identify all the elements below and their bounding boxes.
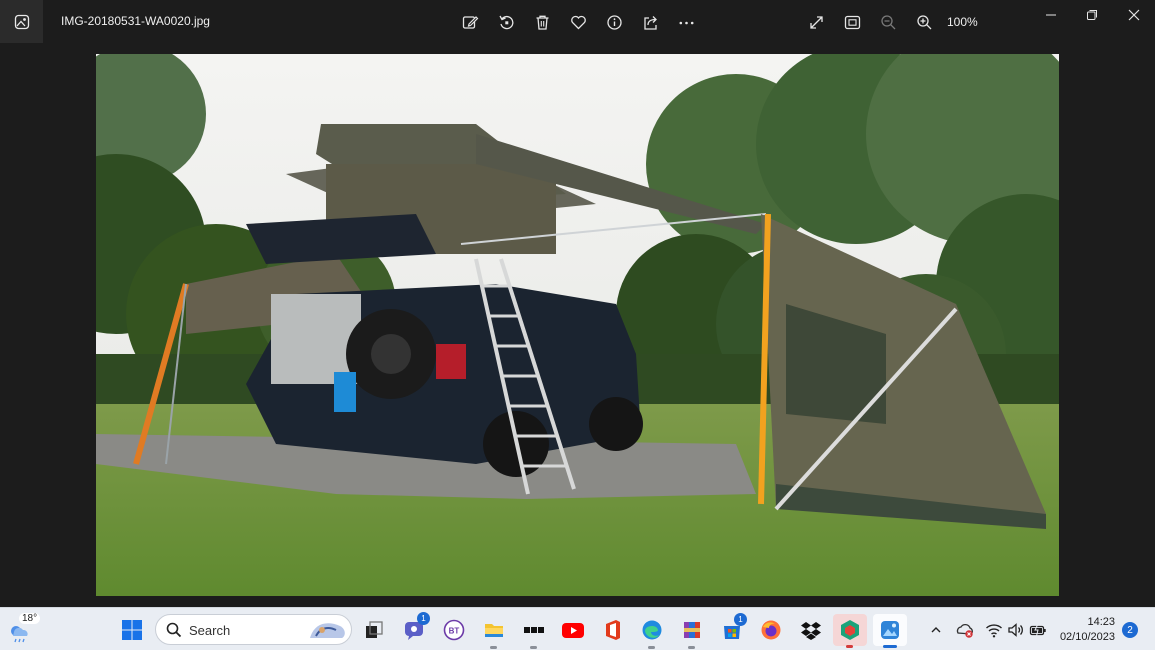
clock[interactable]: 14:23 02/10/2023	[1060, 615, 1115, 645]
more-icon[interactable]	[674, 10, 698, 34]
clock-time: 14:23	[1087, 616, 1115, 628]
task-view-icon	[366, 621, 383, 638]
close-icon[interactable]	[1120, 6, 1148, 24]
weather-temperature: 18°	[19, 613, 41, 624]
fit-to-window-icon[interactable]	[840, 10, 864, 34]
archive-icon	[684, 622, 700, 638]
photo-viewport[interactable]	[96, 54, 1059, 596]
battery-icon[interactable]	[1027, 616, 1049, 644]
volume-icon[interactable]	[1005, 616, 1027, 644]
running-indicator	[846, 645, 853, 648]
search-highlight-icon	[310, 623, 345, 638]
active-indicator	[883, 645, 897, 648]
show-hidden-icons-chevron[interactable]	[926, 616, 946, 644]
folder-icon	[485, 624, 503, 637]
delete-icon[interactable]	[530, 10, 554, 34]
teams-badge: 1	[417, 612, 430, 625]
edit-image-icon[interactable]	[458, 10, 482, 34]
running-indicator	[648, 646, 655, 649]
onedrive-error-icon[interactable]	[954, 616, 976, 644]
edge-icon	[642, 620, 662, 640]
file-explorer-button[interactable]	[480, 616, 508, 649]
rotate-icon[interactable]	[494, 10, 518, 34]
photos-icon	[881, 621, 899, 639]
running-indicator	[688, 646, 695, 649]
store-badge: 1	[734, 613, 747, 626]
youtube-icon	[562, 623, 584, 638]
store-button[interactable]: 1	[718, 613, 747, 644]
photos-button[interactable]	[873, 614, 907, 648]
zoom-level[interactable]: 100%	[947, 15, 978, 29]
zoom-in-icon[interactable]	[912, 10, 936, 34]
running-indicator	[530, 646, 537, 649]
restore-icon[interactable]	[1078, 6, 1106, 24]
fullscreen-icon[interactable]	[804, 10, 828, 34]
task-view-button[interactable]	[360, 616, 388, 644]
taskbar: 18° Search 1 BT 1 14:23 02/10/2023 2	[0, 607, 1155, 650]
camping-photo	[96, 54, 1059, 596]
title-bar: IMG-20180531-WA0020.jpg 100%	[0, 0, 1155, 44]
office-icon	[606, 620, 620, 640]
security-app-button[interactable]	[833, 614, 867, 648]
svg-text:BT: BT	[449, 627, 460, 636]
bt-app-button[interactable]: BT	[440, 616, 468, 644]
clock-date: 02/10/2023	[1059, 631, 1115, 643]
minimize-icon[interactable]	[1037, 6, 1065, 24]
firefox-button[interactable]	[757, 616, 785, 644]
windows-logo-icon	[122, 620, 142, 640]
dropbox-button[interactable]	[797, 616, 825, 644]
photos-app-icon[interactable]	[0, 0, 43, 43]
dropbox-icon	[801, 622, 821, 640]
search-icon	[166, 622, 182, 638]
start-button[interactable]	[118, 616, 146, 644]
winrar-button[interactable]	[678, 616, 706, 649]
running-indicator	[490, 646, 497, 649]
search-placeholder: Search	[189, 623, 231, 638]
file-name: IMG-20180531-WA0020.jpg	[61, 14, 210, 28]
bt-icon: BT	[443, 619, 465, 641]
dots-app-button[interactable]	[520, 616, 548, 649]
favorite-icon[interactable]	[566, 10, 590, 34]
wifi-icon[interactable]	[983, 616, 1005, 644]
youtube-button[interactable]	[559, 616, 587, 644]
edge-button[interactable]	[638, 616, 666, 649]
shield-app-icon	[841, 620, 859, 640]
share-icon[interactable]	[638, 10, 662, 34]
office-button[interactable]	[599, 616, 627, 644]
file-info-icon[interactable]	[602, 10, 626, 34]
zoom-out-icon[interactable]	[876, 10, 900, 34]
firefox-icon	[761, 620, 781, 640]
taskbar-search[interactable]: Search	[155, 614, 352, 645]
photos-app-window: IMG-20180531-WA0020.jpg 100%	[0, 0, 1155, 607]
dots-app-icon	[524, 627, 544, 633]
notification-badge[interactable]: 2	[1122, 622, 1138, 638]
teams-chat-button[interactable]: 1	[400, 612, 430, 644]
